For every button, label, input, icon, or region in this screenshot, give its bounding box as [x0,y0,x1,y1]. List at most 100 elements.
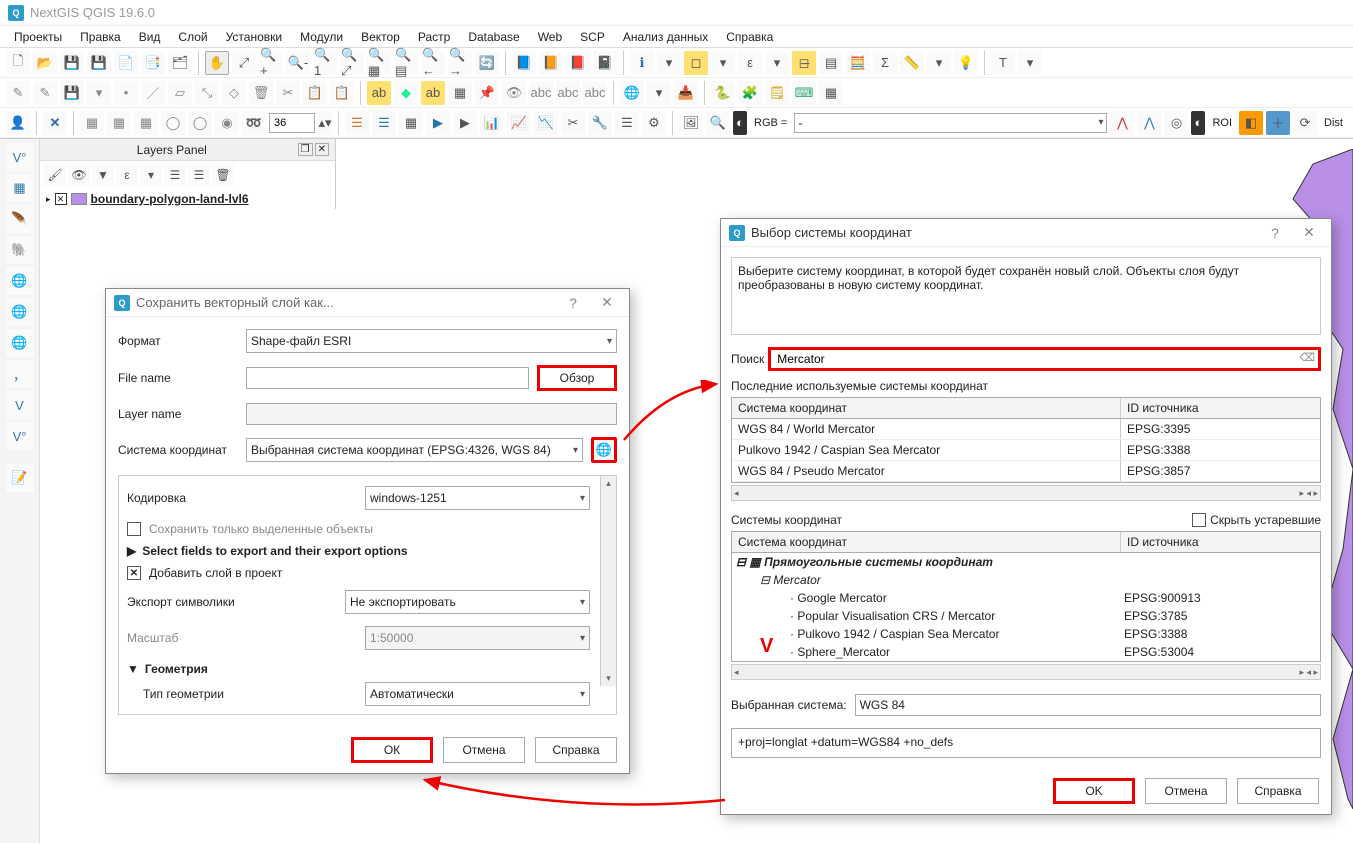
kbd-icon[interactable]: ⌨ [792,81,816,105]
zoom-full-icon[interactable]: 🔍⤢ [340,51,364,75]
scissors-icon[interactable]: ✂ [561,111,585,135]
cut-icon[interactable]: ✂ [276,81,300,105]
layers1-icon[interactable]: ☰ [345,111,369,135]
close-icon[interactable]: ✕ [1295,219,1323,247]
encoding-combo[interactable]: windows-1251▾ [365,486,590,510]
measure-dd-icon[interactable]: ▾ [927,51,951,75]
crs-combo[interactable]: Выбранная система координат (EPSG:4326, … [246,438,583,462]
add-roi-icon[interactable]: ＋ [1266,111,1290,135]
crs-help-button[interactable]: Справка [1237,778,1319,804]
save-icon[interactable]: 💾 [60,51,84,75]
field-calc-icon[interactable]: 🧮 [846,51,870,75]
crs-picker-button[interactable]: 🌐 [591,437,617,463]
label-tool-4-icon[interactable]: ▦ [448,81,472,105]
load-icon[interactable]: 📥 [674,81,698,105]
add-wcs-icon[interactable]: 🌐 [6,298,34,326]
expr-select-icon[interactable]: ε [738,51,762,75]
menu-layer[interactable]: Слой [170,27,215,47]
expr-dd-icon[interactable]: ▾ [765,51,789,75]
edit-pencil-icon[interactable]: ✎ [6,81,30,105]
add-postgis-icon[interactable]: 🐘 [6,236,34,264]
measure-icon[interactable]: 📏 [900,51,924,75]
circle3-icon[interactable]: ◉ [215,111,239,135]
tree-item-row[interactable]: · Pulkovo 1942 / Caspian Sea MercatorEPS… [732,625,1320,643]
new-shp-icon[interactable]: V° [6,422,34,450]
layers2-icon[interactable]: ☰ [372,111,396,135]
stats-icon[interactable]: Σ [873,51,897,75]
python-icon[interactable]: 🐍 [711,81,735,105]
map-tips-icon[interactable]: 📓 [593,51,617,75]
expand-fields-icon[interactable]: ▶ [127,544,136,558]
open-project-icon[interactable]: 📂 [33,51,57,75]
add-wms-icon[interactable]: 🌐 [6,267,34,295]
move-feat-icon[interactable]: ⤡ [195,81,219,105]
zoom-sel-icon[interactable]: 🔍▦ [367,51,391,75]
layers5-icon[interactable]: ▶ [453,111,477,135]
ok-button[interactable]: ОК [351,737,433,763]
label-tool-2-icon[interactable]: ◆ [394,81,418,105]
style-icon[interactable]: 🖌 [44,164,66,186]
save-edits-icon[interactable]: 💾 [60,81,84,105]
filename-input[interactable] [246,367,529,389]
toggle-icon[interactable]: ◐ [733,111,747,135]
recent-crs-row[interactable]: Pulkovo 1942 / Caspian Sea MercatorEPSG:… [732,440,1320,461]
tree-group-row[interactable]: ⊟ ▦ Прямоугольные системы координат [732,553,1320,571]
close-panel-icon[interactable]: ✕ [315,143,329,156]
help-tip-icon[interactable]: 💡 [954,51,978,75]
save-dd-icon[interactable]: ▾ [87,81,111,105]
grid2-icon[interactable]: ▦ [107,111,131,135]
undock-icon[interactable]: ❐ [298,143,313,156]
add-virtual-icon[interactable]: V [6,391,34,419]
refresh-icon[interactable]: 🔄 [475,51,499,75]
toggle2-icon[interactable]: ◐ [1191,111,1205,135]
zoom-next-icon[interactable]: 🔍→ [448,51,472,75]
osm-icon[interactable]: 🌐 [620,81,644,105]
osm-dd-icon[interactable]: ▾ [647,81,671,105]
circle1-icon[interactable]: ◯ [161,111,185,135]
add-spatialite-icon[interactable]: 🪶 [6,205,34,233]
help-icon[interactable]: ? [559,289,587,317]
geom-type-combo[interactable]: Автоматически▾ [365,682,590,706]
photo-icon[interactable]: 🖼 [679,111,703,135]
add-layer-checkbox[interactable]: ✕ [127,566,141,580]
label-hide-icon[interactable]: 👁 [502,81,526,105]
save-selected-checkbox[interactable] [127,522,141,536]
tree-item-row[interactable]: · Sphere_MercatorEPSG:53004 [732,643,1320,661]
profile1-icon[interactable]: ⋀ [1110,111,1134,135]
label-prop-icon[interactable]: abc [583,81,607,105]
hide-deprecated-checkbox[interactable] [1192,513,1206,527]
crs-cancel-button[interactable]: Отмена [1145,778,1227,804]
sticky-icon[interactable]: 🗒 [765,81,789,105]
zoom-native-icon[interactable]: 🔍1 [313,51,337,75]
map-bookmark-icon[interactable]: 📘 [512,51,536,75]
scroll-panel[interactable]: ▴▾ [600,476,616,686]
menu-vector[interactable]: Вектор [353,27,408,47]
crs-search-input[interactable] [768,347,1321,371]
roi-icon[interactable]: ◧ [1239,111,1263,135]
recent-crs-row[interactable]: WGS 84 / Pseudo MercatorEPSG:3857 [732,461,1320,482]
nextgis-icon[interactable]: ✕ [43,111,67,135]
add-point-icon[interactable]: • [114,81,138,105]
grid1-icon[interactable]: ▦ [80,111,104,135]
collapse-geom-icon[interactable]: ▼ [127,662,139,676]
label-rotate-icon[interactable]: abc [556,81,580,105]
tree-item-row[interactable]: · Google MercatorEPSG:900913 [732,589,1320,607]
add-poly-icon[interactable]: ▱ [168,81,192,105]
filter-icon[interactable]: ▼ [92,164,114,186]
note-icon[interactable]: 📝 [6,464,34,492]
spin-up-icon[interactable]: ▴▾ [318,111,332,135]
expand-icon[interactable]: ☰ [164,164,186,186]
spin-input[interactable] [269,113,315,133]
filter-visible-icon[interactable]: 👁 [68,164,90,186]
layers4-icon[interactable]: ▶ [426,111,450,135]
expr-filter-icon[interactable]: ε [116,164,138,186]
zoom-layer-icon[interactable]: 🔍▤ [394,51,418,75]
tree-collapse-icon[interactable]: ▸ [46,194,51,205]
layer-row[interactable]: ▸ ✕ boundary-polygon-land-lvl6 [40,189,335,209]
cancel-button[interactable]: Отмена [443,737,525,763]
label-icon[interactable]: T [991,51,1015,75]
new-project-icon[interactable]: 🗋 [6,51,30,75]
zoom-in-icon[interactable]: 🔍+ [259,51,283,75]
menu-database[interactable]: Database [460,27,527,47]
spiral-icon[interactable]: ➿ [242,111,266,135]
